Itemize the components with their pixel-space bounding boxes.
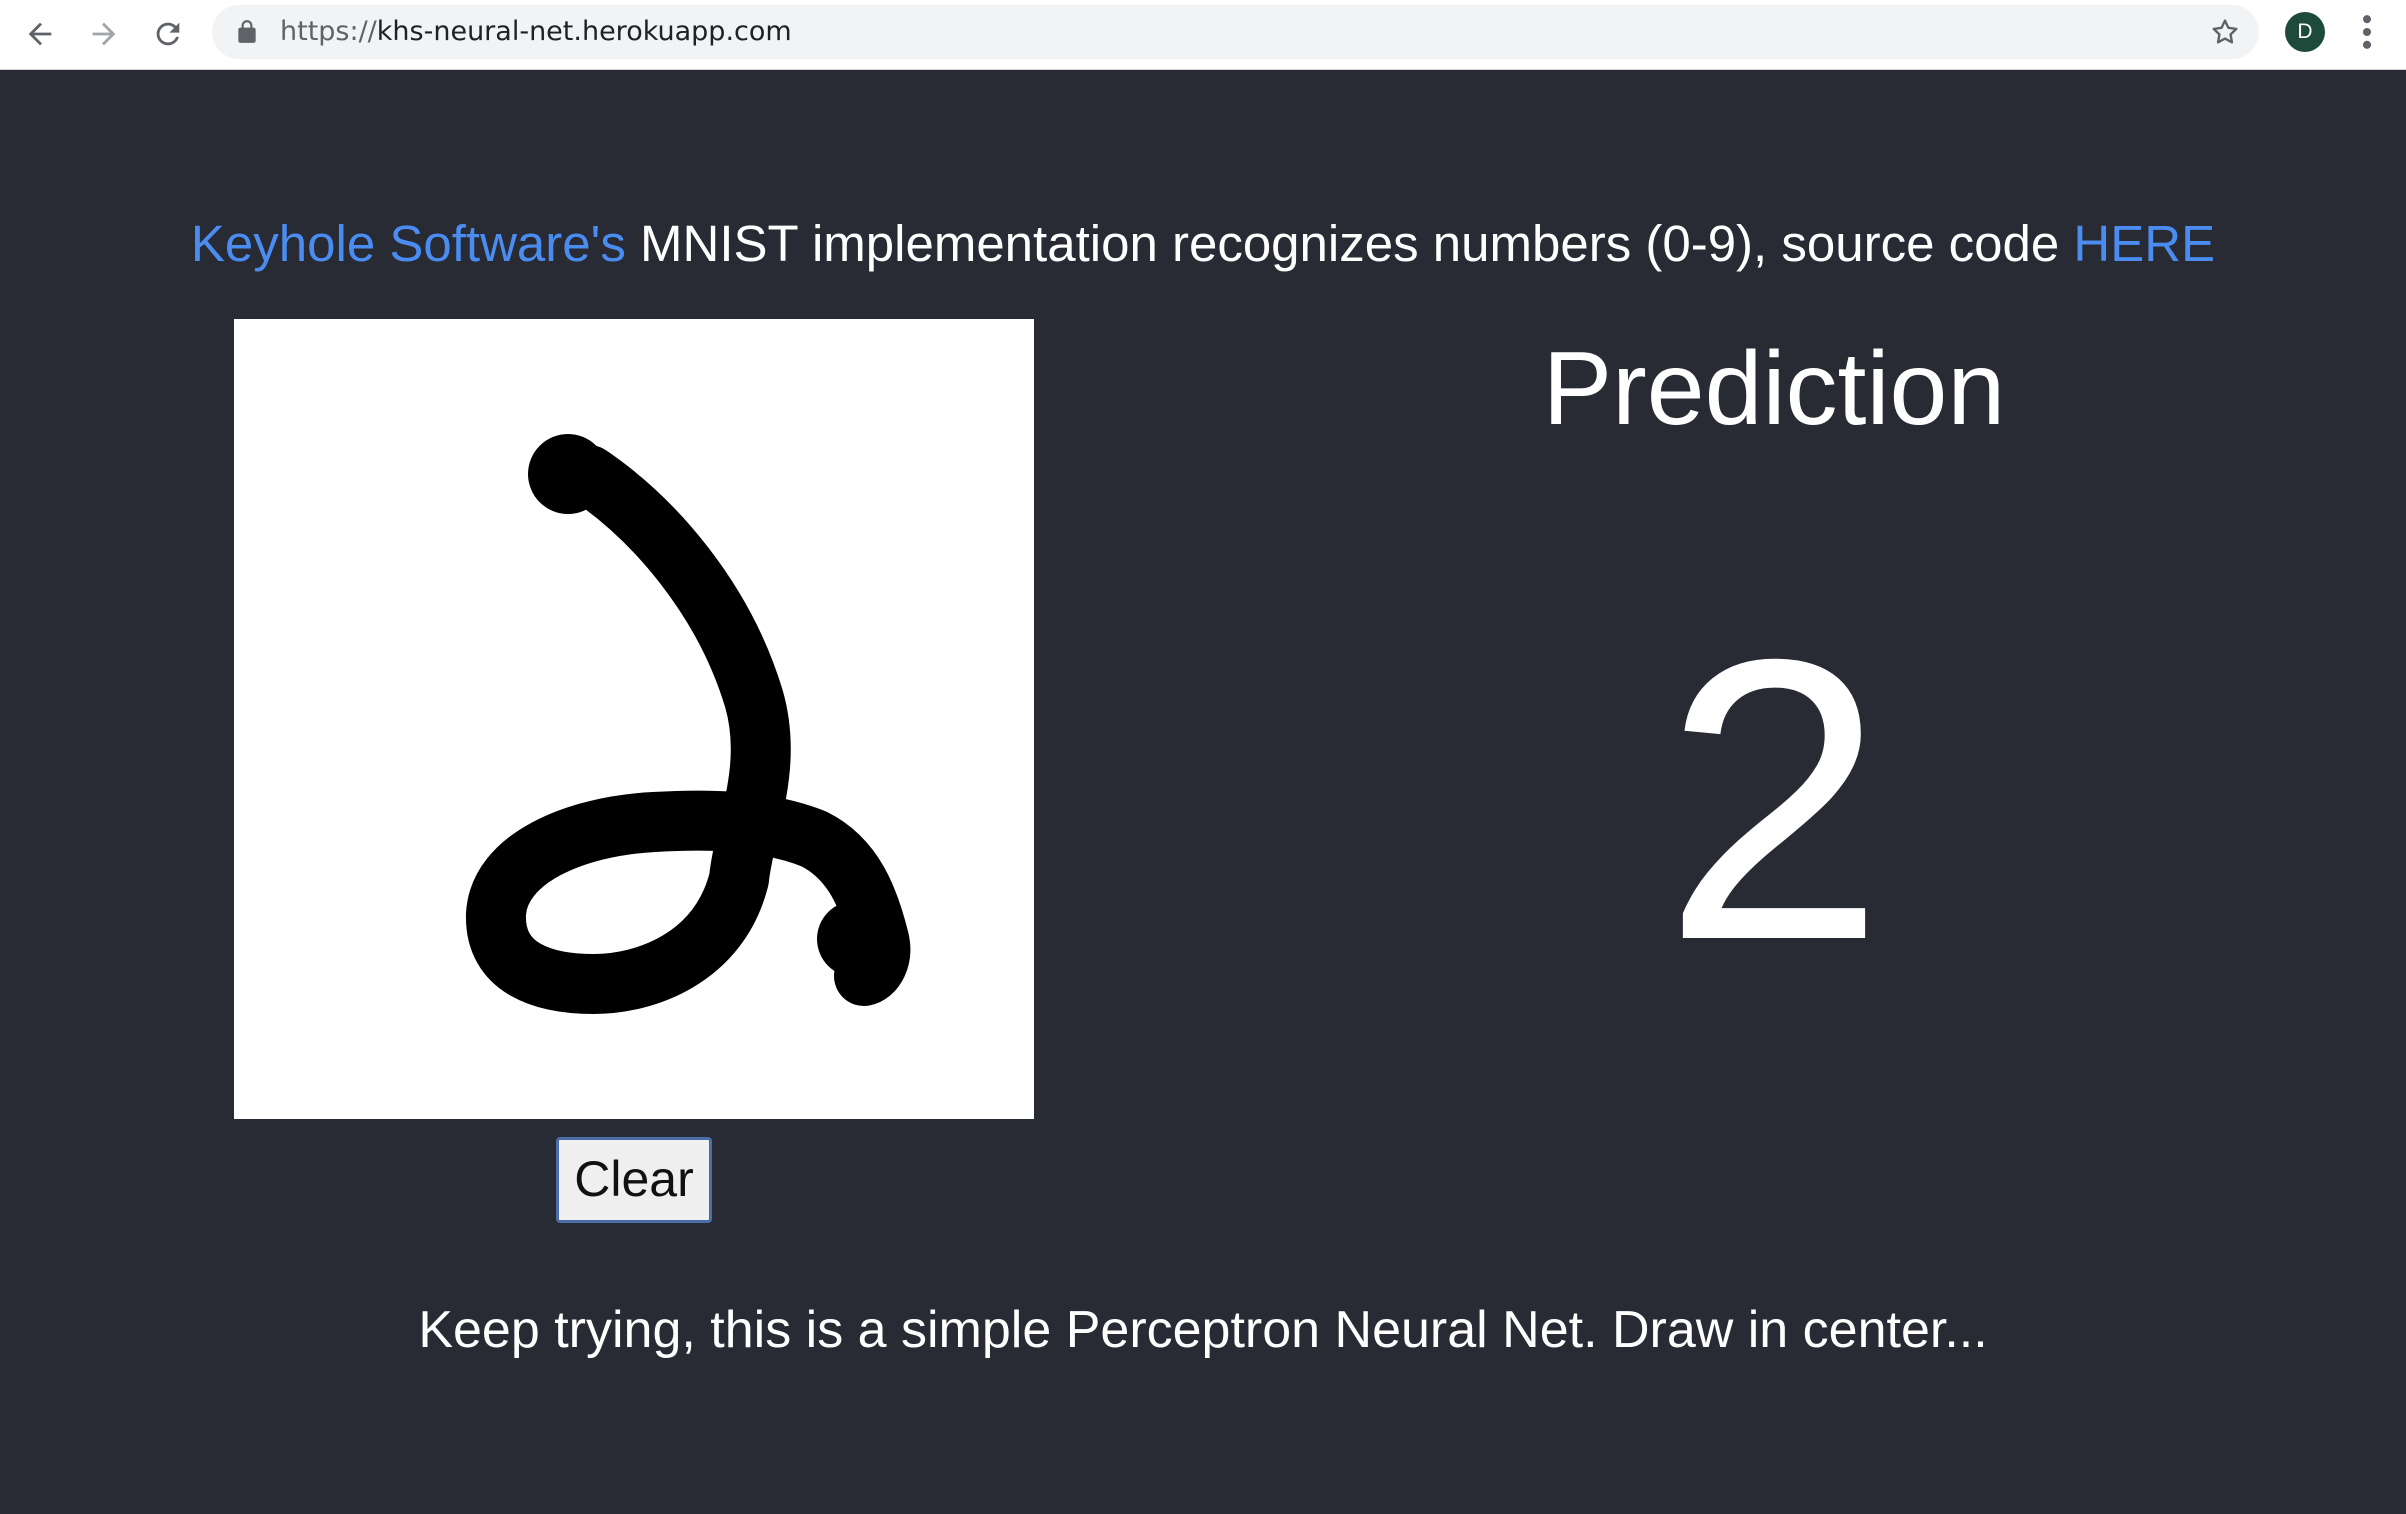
- forward-arrow-icon: [92, 22, 116, 46]
- headline-text: MNIST implementation recognizes numbers …: [625, 215, 2074, 272]
- url-scheme: https://: [280, 16, 377, 47]
- browser-toolbar: https://khs-neural-net.herokuapp.com D: [0, 0, 2406, 70]
- bookmark-star-icon[interactable]: [2209, 16, 2241, 48]
- prediction-title: Prediction: [1542, 331, 2006, 447]
- footer-message: Keep trying, this is a simple Perceptron…: [418, 1301, 1988, 1359]
- clear-button[interactable]: Clear: [556, 1137, 712, 1223]
- profile-avatar[interactable]: D: [2285, 12, 2325, 52]
- more-options-icon[interactable]: [2352, 10, 2382, 54]
- address-bar[interactable]: https://khs-neural-net.herokuapp.com: [212, 5, 2259, 59]
- back-button[interactable]: [16, 10, 64, 58]
- keyhole-software-link[interactable]: Keyhole Software's: [191, 215, 626, 272]
- url-host: khs-neural-net.herokuapp.com: [376, 16, 792, 47]
- back-arrow-icon: [28, 22, 52, 46]
- url-text: https://khs-neural-net.herokuapp.com: [280, 5, 792, 59]
- prediction-value: 2: [1662, 576, 1886, 1023]
- source-code-link[interactable]: HERE: [2073, 215, 2215, 272]
- reload-icon: [156, 22, 180, 46]
- forward-button[interactable]: [80, 10, 128, 58]
- drawing-canvas[interactable]: [234, 319, 1034, 1119]
- page-headline: Keyhole Software's MNIST implementation …: [0, 214, 2406, 273]
- reload-button[interactable]: [144, 10, 192, 58]
- handwritten-stroke: [466, 434, 911, 1014]
- lock-icon: [238, 20, 256, 43]
